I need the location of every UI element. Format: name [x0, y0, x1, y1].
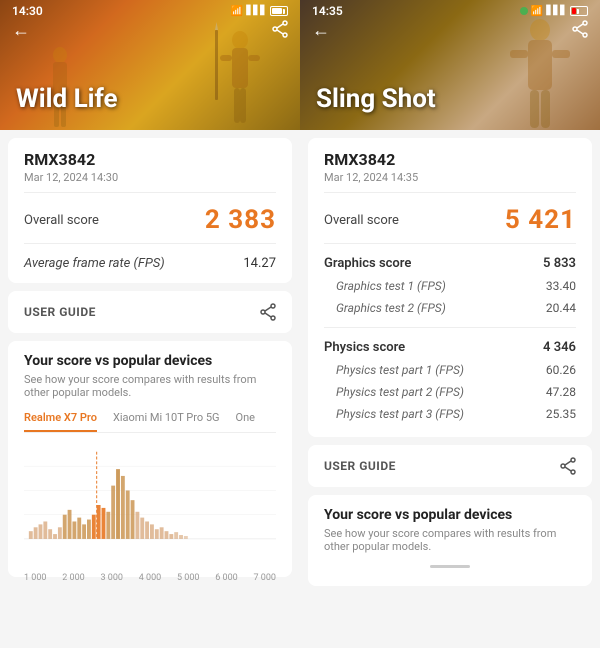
- physics-test1-value: 60.26: [546, 363, 576, 377]
- chart-x-labels-1: 1 000 2 000 3 000 4 000 5 000 6 000 7 00…: [24, 573, 276, 583]
- user-guide-label-2: USER GUIDE: [324, 459, 396, 473]
- device-model-1: RMX3842: [24, 150, 276, 169]
- status-bar-2: 14:35 📶 ▋▋▋: [300, 0, 600, 22]
- x-label-7000: 7 000: [254, 573, 276, 583]
- hero-title-1: Wild Life: [16, 84, 118, 114]
- divider-2c: [324, 327, 576, 328]
- hero-area-wild: 14:30 📶 ▋▋▋ ← Wild Life: [0, 0, 300, 130]
- popular-section-2: Your score vs popular devices See how yo…: [308, 495, 592, 586]
- physics-test1-label: Physics test part 1 (FPS): [324, 363, 464, 377]
- tab-xiaomi-1[interactable]: Xiaomi Mi 10T Pro 5G: [113, 411, 220, 432]
- battery-fill-2: [572, 8, 576, 14]
- tab-one-1[interactable]: One: [236, 411, 255, 432]
- battery-icon-2: [570, 6, 588, 16]
- signal-icon-2: ▋▋▋: [546, 6, 567, 16]
- divider-2b: [324, 243, 576, 244]
- overall-score-label-1: Overall score: [24, 213, 99, 228]
- graphics-test2-label: Graphics test 2 (FPS): [324, 301, 446, 315]
- x-label-3000: 3 000: [101, 573, 123, 583]
- chart-svg-1: [24, 445, 276, 565]
- x-label-4000: 4 000: [139, 573, 161, 583]
- notification-dot-2: [520, 7, 528, 15]
- graphics-score-label: Graphics score: [324, 256, 411, 271]
- status-time-2: 14:35: [312, 4, 343, 18]
- status-icons-1: 📶 ▋▋▋: [231, 6, 288, 17]
- battery-tip-2: [577, 9, 579, 14]
- x-label-1000: 1 000: [24, 573, 46, 583]
- graphics-test2-value: 20.44: [546, 301, 576, 315]
- content-area-1[interactable]: RMX3842 Mar 12, 2024 14:30 Overall score…: [0, 130, 300, 648]
- physics-test2-row: Physics test part 2 (FPS) 47.28: [324, 381, 576, 403]
- back-button-2[interactable]: ←: [312, 20, 330, 41]
- divider-1a: [24, 192, 276, 193]
- signal-icon-1: ▋▋▋: [246, 6, 267, 16]
- back-button-1[interactable]: ←: [12, 20, 30, 41]
- tab-realme-1[interactable]: Realme X7 Pro: [24, 411, 97, 432]
- physics-score-value: 4 346: [543, 340, 576, 355]
- status-icons-2: 📶 ▋▋▋: [518, 6, 588, 17]
- hero-area-sling: 14:35 📶 ▋▋▋ ← Sling Shot: [300, 0, 600, 130]
- hero-title-2: Sling Shot: [316, 84, 436, 114]
- popular-subtitle-1: See how your score compares with results…: [24, 373, 276, 399]
- physics-test3-row: Physics test part 3 (FPS) 25.35: [324, 403, 576, 425]
- device-model-2: RMX3842: [324, 150, 576, 169]
- status-time-1: 14:30: [12, 4, 43, 18]
- overall-score-row-1: Overall score 2 383: [24, 205, 276, 235]
- divider-1b: [24, 243, 276, 244]
- content-area-2[interactable]: RMX3842 Mar 12, 2024 14:35 Overall score…: [300, 130, 600, 648]
- chart-area-1: 1 000 2 000 3 000 4 000 5 000 6 000 7 00…: [24, 445, 276, 565]
- x-label-5000: 5 000: [177, 573, 199, 583]
- graphics-score-row: Graphics score 5 833: [324, 252, 576, 275]
- share-button-2[interactable]: [572, 20, 588, 42]
- overall-score-row-2: Overall score 5 421: [324, 205, 576, 235]
- physics-score-label: Physics score: [324, 340, 405, 355]
- battery-fill-1: [272, 8, 282, 14]
- overall-score-value-2: 5 421: [505, 205, 576, 235]
- popular-title-1: Your score vs popular devices: [24, 353, 276, 369]
- battery-tip-1: [283, 9, 285, 14]
- graphics-test2-row: Graphics test 2 (FPS) 20.44: [324, 297, 576, 319]
- x-label-6000: 6 000: [215, 573, 237, 583]
- device-card-2: RMX3842 Mar 12, 2024 14:35 Overall score…: [308, 138, 592, 437]
- overall-score-value-1: 2 383: [205, 205, 276, 235]
- x-label-2000: 2 000: [62, 573, 84, 583]
- device-date-2: Mar 12, 2024 14:35: [324, 171, 576, 184]
- physics-test3-value: 25.35: [546, 407, 576, 421]
- physics-test3-label: Physics test part 3 (FPS): [324, 407, 464, 421]
- physics-test1-row: Physics test part 1 (FPS) 60.26: [324, 359, 576, 381]
- wifi-icon-1: 📶: [231, 6, 243, 17]
- physics-test2-value: 47.28: [546, 385, 576, 399]
- popular-subtitle-2: See how your score compares with results…: [324, 527, 576, 553]
- fps-value-1: 14.27: [243, 256, 276, 271]
- scroll-indicator-2: [430, 565, 470, 568]
- graphics-score-value: 5 833: [543, 256, 576, 271]
- panel-wild-life: 14:30 📶 ▋▋▋ ← Wild Life: [0, 0, 300, 648]
- user-guide-2[interactable]: USER GUIDE: [308, 445, 592, 487]
- graphics-test1-row: Graphics test 1 (FPS) 33.40: [324, 275, 576, 297]
- device-card-1: RMX3842 Mar 12, 2024 14:30 Overall score…: [8, 138, 292, 283]
- divider-2a: [324, 192, 576, 193]
- popular-title-2: Your score vs popular devices: [324, 507, 576, 523]
- overall-score-label-2: Overall score: [324, 213, 399, 228]
- fps-score-row-1: Average frame rate (FPS) 14.27: [24, 256, 276, 271]
- user-guide-share-icon-1[interactable]: [260, 303, 276, 321]
- graphics-test1-value: 33.40: [546, 279, 576, 293]
- graphics-test1-label: Graphics test 1 (FPS): [324, 279, 446, 293]
- panel-sling-shot: 14:35 📶 ▋▋▋ ← Sling Shot: [300, 0, 600, 648]
- battery-icon-1: [270, 6, 288, 16]
- fps-label-1: Average frame rate (FPS): [24, 256, 165, 271]
- device-date-1: Mar 12, 2024 14:30: [24, 171, 276, 184]
- tabs-row-1: Realme X7 Pro Xiaomi Mi 10T Pro 5G One: [24, 411, 276, 433]
- status-bar-1: 14:30 📶 ▋▋▋: [0, 0, 300, 22]
- wifi-icon-2: 📶: [531, 6, 543, 17]
- popular-section-1: Your score vs popular devices See how yo…: [8, 341, 292, 577]
- physics-score-row: Physics score 4 346: [324, 336, 576, 359]
- user-guide-1[interactable]: USER GUIDE: [8, 291, 292, 333]
- user-guide-label-1: USER GUIDE: [24, 305, 96, 319]
- user-guide-share-icon-2[interactable]: [560, 457, 576, 475]
- share-button-1[interactable]: [272, 20, 288, 42]
- physics-test2-label: Physics test part 2 (FPS): [324, 385, 464, 399]
